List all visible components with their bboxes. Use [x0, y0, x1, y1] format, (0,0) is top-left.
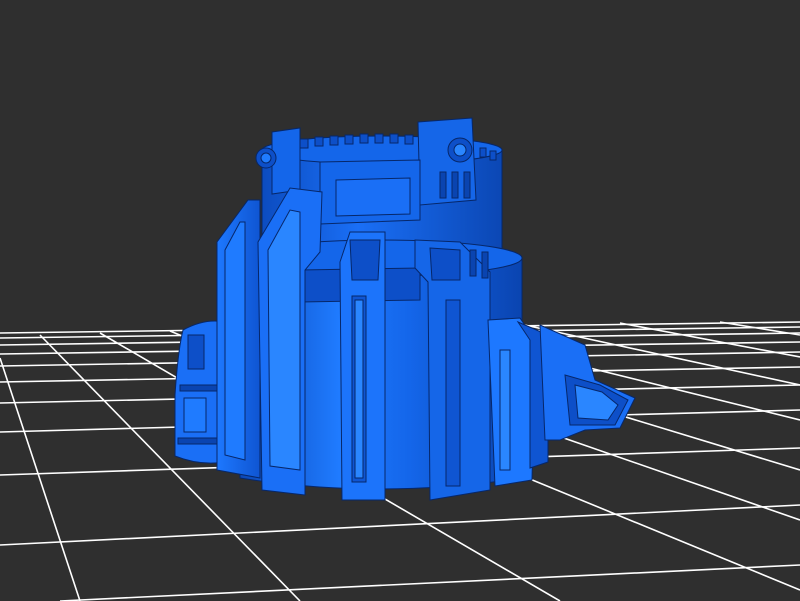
blue-tower-model: [174, 117, 636, 501]
pillar-right-outer: [487, 317, 549, 487]
render-canvas: [0, 117, 800, 601]
pillar-left-outer: [216, 199, 261, 479]
pillar-center: [339, 231, 386, 501]
right-spout-module: [539, 324, 636, 441]
3d-viewport[interactable]: [0, 0, 800, 601]
